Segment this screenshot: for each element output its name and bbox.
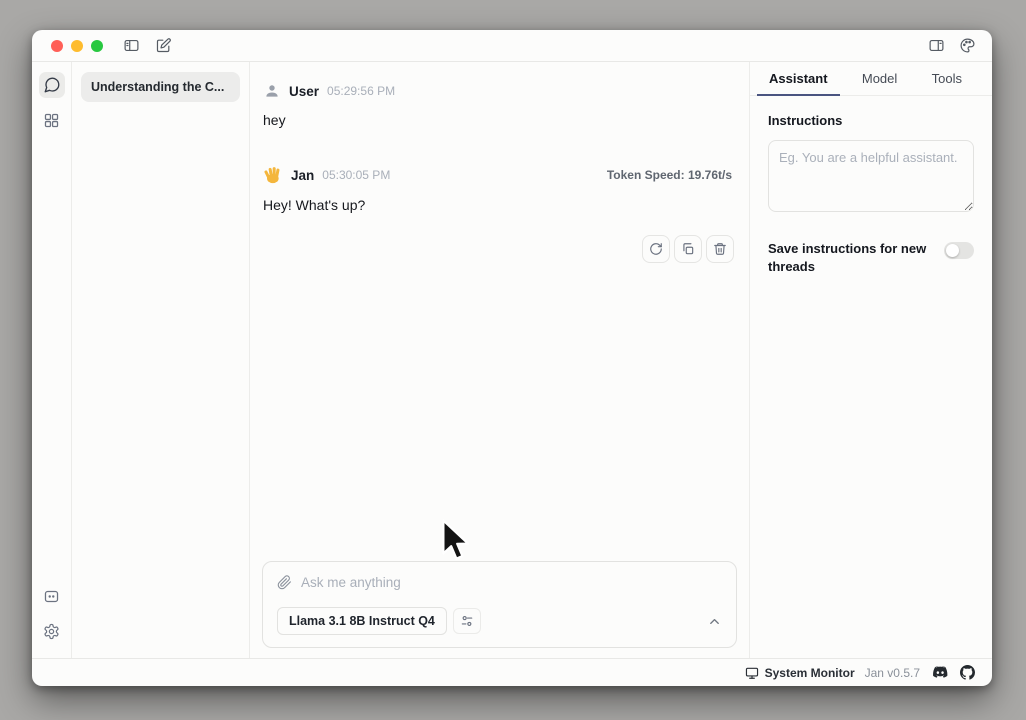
zoom-button[interactable] (91, 40, 103, 52)
panel-left-icon (123, 37, 140, 54)
paperclip-icon[interactable] (277, 575, 292, 590)
sidebar-item-local-api-server[interactable] (39, 583, 65, 609)
model-settings-button[interactable] (453, 608, 481, 634)
github-link[interactable] (959, 665, 976, 680)
icon-ribbon (32, 62, 72, 658)
api-server-icon (43, 588, 60, 605)
titlebar (32, 30, 992, 62)
refresh-icon (649, 242, 663, 256)
waving-hand-icon (263, 165, 283, 185)
thread-list-item[interactable]: Understanding the C... (81, 72, 240, 102)
sidebar-item-settings[interactable] (39, 618, 65, 644)
chat-bubble-icon (43, 76, 61, 94)
tab-model[interactable]: Model (850, 62, 909, 95)
app-version: Jan v0.5.7 (865, 666, 920, 680)
sidebar-item-threads[interactable] (39, 72, 65, 98)
model-selector-label: Llama 3.1 8B Instruct Q4 (289, 614, 435, 628)
sliders-icon (460, 614, 474, 628)
user-avatar-icon (263, 82, 281, 100)
save-instructions-toggle[interactable] (944, 242, 974, 259)
tab-tools[interactable]: Tools (920, 62, 974, 95)
message-list: User 05:29:56 PM hey Jan 05:30:05 PM (250, 62, 749, 561)
delete-button[interactable] (706, 235, 734, 263)
toggle-right-panel-button[interactable] (928, 37, 945, 54)
composer: Llama 3.1 8B Instruct Q4 (262, 561, 737, 648)
github-icon (960, 665, 975, 680)
copy-icon (681, 242, 695, 256)
message-text: hey (263, 112, 736, 128)
minimize-button[interactable] (71, 40, 83, 52)
chevron-up-icon (707, 614, 722, 629)
traffic-lights (51, 40, 103, 52)
message-author: Jan (291, 168, 314, 183)
theme-button[interactable] (959, 37, 976, 54)
copy-button[interactable] (674, 235, 702, 263)
chat-column: User 05:29:56 PM hey Jan 05:30:05 PM (250, 62, 749, 658)
tab-assistant[interactable]: Assistant (757, 62, 840, 95)
desktop-background: Understanding the C... User 05:29:56 PM (0, 0, 1026, 720)
discord-link[interactable] (930, 666, 949, 679)
trash-icon (713, 242, 727, 256)
save-instructions-label: Save instructions for new threads (768, 240, 932, 277)
regenerate-button[interactable] (642, 235, 670, 263)
model-selector[interactable]: Llama 3.1 8B Instruct Q4 (277, 607, 447, 635)
chat-input[interactable] (301, 575, 722, 590)
monitor-icon (745, 666, 759, 680)
status-bar: System Monitor Jan v0.5.7 (32, 658, 992, 686)
message-author: User (289, 84, 319, 99)
grid-icon (43, 112, 60, 129)
message-timestamp: 05:30:05 PM (322, 168, 390, 182)
palette-icon (959, 37, 976, 54)
message-user: User 05:29:56 PM hey (263, 82, 736, 128)
app-window: Understanding the C... User 05:29:56 PM (32, 30, 992, 686)
message-timestamp: 05:29:56 PM (327, 84, 395, 98)
system-monitor-button[interactable]: System Monitor (745, 666, 855, 680)
message-actions (263, 235, 736, 263)
message-assistant: Jan 05:30:05 PM Token Speed: 19.76t/s He… (263, 165, 736, 263)
sidebar-item-hub[interactable] (39, 107, 65, 133)
message-text: Hey! What's up? (263, 197, 736, 213)
collapse-composer-button[interactable] (707, 614, 722, 629)
token-speed: Token Speed: 19.76t/s (607, 168, 736, 182)
right-panel: Assistant Model Tools Instructions Save … (749, 62, 992, 658)
close-button[interactable] (51, 40, 63, 52)
toggle-left-panel-button[interactable] (123, 37, 140, 54)
system-monitor-label: System Monitor (765, 666, 855, 680)
new-thread-button[interactable] (155, 37, 172, 54)
instructions-label: Instructions (768, 113, 974, 128)
right-panel-tabs: Assistant Model Tools (750, 62, 992, 96)
gear-icon (43, 623, 60, 640)
thread-title: Understanding the C... (91, 80, 224, 94)
instructions-textarea[interactable] (768, 140, 974, 212)
panel-right-icon (928, 37, 945, 54)
thread-list: Understanding the C... (72, 62, 250, 658)
edit-pencil-icon (155, 37, 172, 54)
discord-icon (931, 666, 948, 679)
